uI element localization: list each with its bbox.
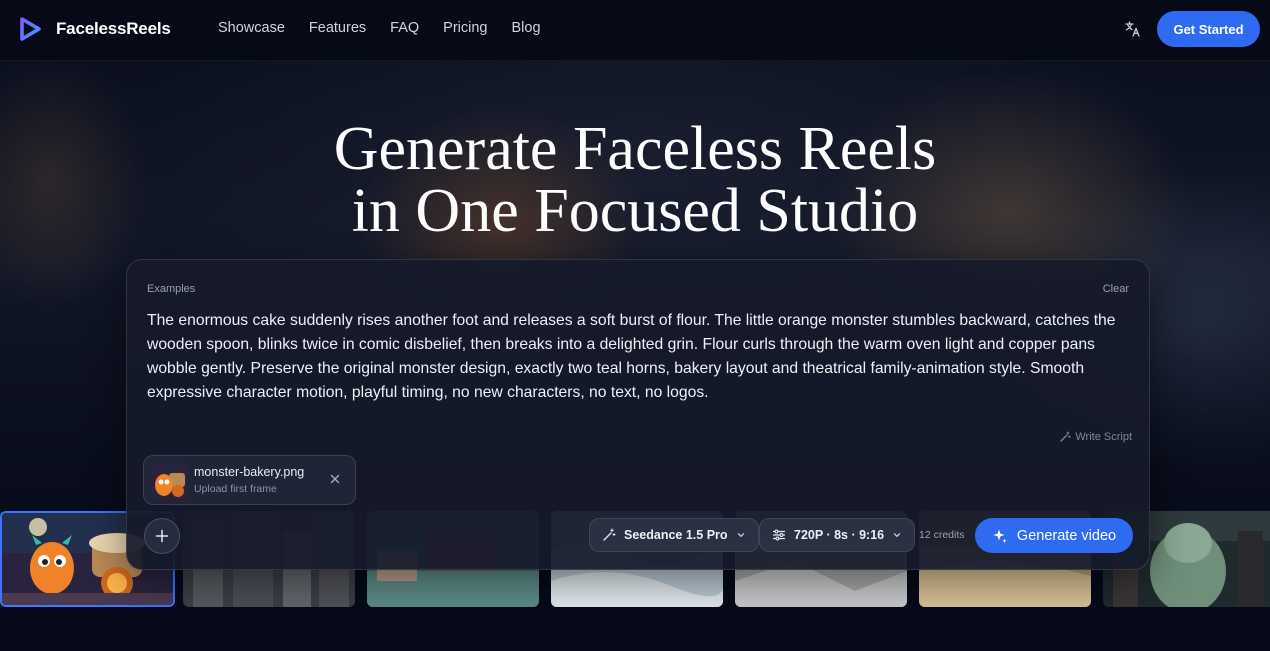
chevron-down-icon: [893, 533, 901, 538]
generate-video-label: Generate video: [1016, 527, 1117, 544]
top-navbar: FacelessReels Showcase Features FAQ Pric…: [0, 0, 1270, 61]
examples-link[interactable]: Examples: [147, 283, 195, 295]
generate-video-button[interactable]: Generate video: [975, 518, 1133, 553]
nav-link-faq[interactable]: FAQ: [390, 20, 419, 36]
write-script-button[interactable]: Write Script: [1059, 431, 1132, 443]
hero-title-line-1: Generate Faceless Reels: [333, 115, 937, 183]
hero-title-line-2: in One Focused Studio: [351, 177, 919, 245]
sparkle-icon: [993, 529, 1007, 543]
hero-title: Generate Faceless Reels in One Focused S…: [0, 118, 1270, 242]
model-select[interactable]: Seedance 1.5 Pro: [589, 518, 759, 552]
file-subtitle: Upload first frame: [194, 483, 277, 495]
magic-wand-icon: [603, 528, 616, 541]
uploaded-file-chip[interactable]: monster-bakery.png Upload first frame: [143, 455, 356, 505]
plus-icon: [155, 529, 169, 543]
file-name: monster-bakery.png: [194, 465, 305, 479]
settings-label: 720P · 8s · 9:16: [794, 528, 885, 542]
write-script-label: Write Script: [1075, 431, 1132, 443]
sliders-icon: [772, 529, 786, 541]
nav-links: Showcase Features FAQ Pricing Blog: [218, 20, 541, 36]
prompt-textarea[interactable]: The enormous cake suddenly rises another…: [147, 309, 1131, 405]
nav-link-blog[interactable]: Blog: [511, 20, 540, 36]
model-label: Seedance 1.5 Pro: [624, 528, 728, 542]
nav-link-features[interactable]: Features: [309, 20, 366, 36]
brand-name[interactable]: FacelessReels: [56, 19, 171, 39]
translate-icon[interactable]: [1124, 20, 1142, 38]
get-started-button[interactable]: Get Started: [1157, 11, 1260, 47]
close-icon[interactable]: [329, 473, 341, 485]
file-thumbnail: [151, 463, 187, 499]
magic-wand-icon: [1060, 431, 1072, 442]
credits-count: 12 credits: [919, 529, 965, 541]
logo-play-icon[interactable]: [17, 16, 43, 42]
nav-link-showcase[interactable]: Showcase: [218, 20, 285, 36]
prompt-card: Examples Clear The enormous cake suddenl…: [126, 259, 1150, 570]
nav-link-pricing[interactable]: Pricing: [443, 20, 487, 36]
chevron-down-icon: [737, 533, 744, 538]
clear-button[interactable]: Clear: [1103, 283, 1129, 295]
add-media-button[interactable]: [144, 518, 180, 554]
settings-select[interactable]: 720P · 8s · 9:16: [759, 518, 916, 552]
